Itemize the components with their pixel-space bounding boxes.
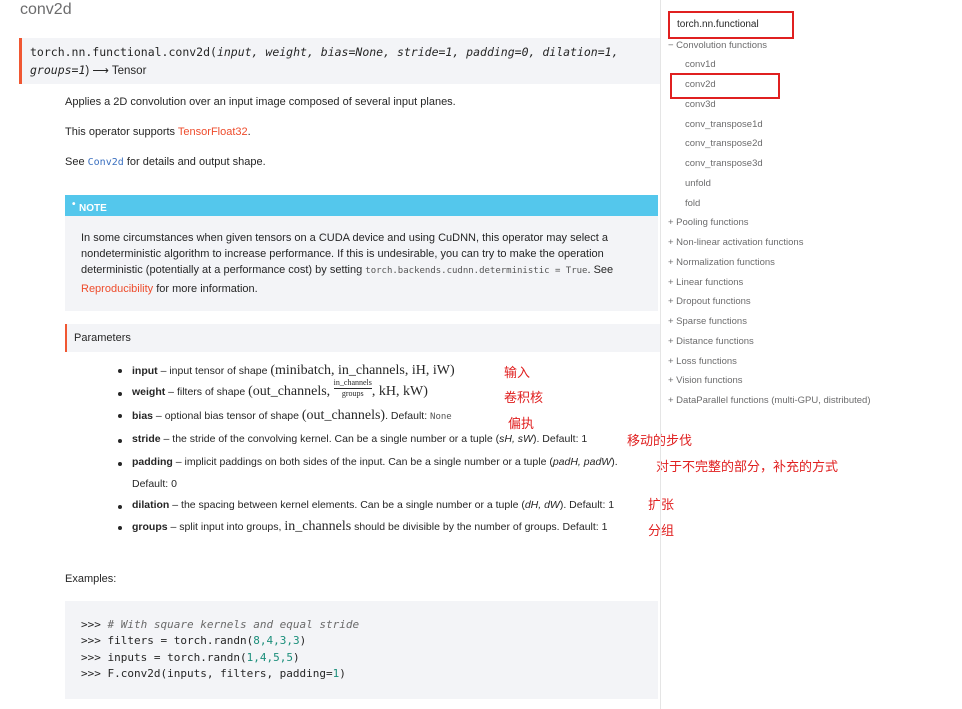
table-of-contents: torch.nn.functional − Convolution functi… — [660, 0, 962, 709]
annotation-weight: 卷积核 — [504, 390, 544, 405]
signature-prefix: torch.nn.functional.conv2d( — [30, 45, 217, 59]
conv2d-class-link[interactable]: Conv2d — [88, 157, 124, 168]
toc-vision-functions[interactable]: + Vision functions — [668, 375, 743, 386]
param-stride: stride – the stride of the convolving ke… — [118, 433, 587, 445]
toc-nonlinear-activation-functions[interactable]: + Non-linear activation functions — [668, 237, 803, 248]
param-input: input – input tensor of shape (minibatch… — [118, 363, 455, 379]
function-signature: torch.nn.functional.conv2d(input, weight… — [19, 38, 661, 84]
param-bias: bias – optional bias tensor of shape (ou… — [118, 408, 452, 424]
toc-root-link[interactable]: torch.nn.functional — [677, 19, 759, 30]
parameters-header: Parameters — [65, 324, 660, 352]
signature-args-line2: groups=1 — [30, 63, 86, 77]
toc-pooling-functions[interactable]: + Pooling functions — [668, 217, 749, 228]
toc-conv-transpose2d[interactable]: conv_transpose2d — [685, 138, 763, 149]
code-example-block: >>> # With square kernels and equal stri… — [65, 601, 658, 699]
toc-conv3d[interactable]: conv3d — [685, 99, 716, 110]
param-groups: groups – split input into groups, in_cha… — [118, 519, 607, 535]
signature-args-line1: input, weight, bias=None, stride=1, padd… — [216, 45, 619, 59]
page-title: conv2d — [20, 1, 72, 18]
description-line1: Applies a 2D convolution over an input i… — [65, 96, 456, 108]
note-box: • NOTE In some circumstances when given … — [65, 195, 658, 311]
toc-unfold[interactable]: unfold — [685, 178, 711, 189]
param-padding-default: Default: 0 — [132, 478, 177, 490]
toc-loss-functions[interactable]: + Loss functions — [668, 356, 737, 367]
toc-distance-functions[interactable]: + Distance functions — [668, 336, 754, 347]
note-line1: In some circumstances when given tensors… — [81, 232, 609, 244]
code-line-2: >>> filters = torch.randn(8,4,3,3) — [81, 634, 307, 647]
code-line-1: >>> # With square kernels and equal stri… — [81, 618, 360, 631]
examples-label: Examples: — [65, 573, 117, 585]
tf32-prefix: This operator supports — [65, 126, 178, 138]
note-header: • NOTE — [65, 195, 658, 216]
toc-normalization-functions[interactable]: + Normalization functions — [668, 257, 775, 268]
parameters-heading: Parameters — [74, 332, 131, 344]
see-prefix: See — [65, 156, 88, 168]
note-heading: • NOTE — [72, 199, 107, 214]
toc-fold[interactable]: fold — [685, 198, 700, 209]
param-dilation: dilation – the spacing between kernel el… — [118, 499, 614, 511]
param-weight: weight – filters of shape (out_channels,… — [118, 378, 428, 400]
note-line3: deterministic (potentially at a performa… — [81, 264, 614, 276]
note-line4: Reproducibility for more information. — [81, 283, 258, 295]
toc-sparse-functions[interactable]: + Sparse functions — [668, 316, 747, 327]
tf32-suffix: . — [247, 126, 251, 138]
description-line3: See Conv2d for details and output shape. — [65, 156, 266, 168]
toc-dataparallel-functions[interactable]: + DataParallel functions (multi-GPU, dis… — [668, 395, 870, 406]
description-line2: This operator supports TensorFloat32. — [65, 126, 251, 138]
toc-conv2d[interactable]: conv2d — [685, 79, 716, 90]
reproducibility-link[interactable]: Reproducibility — [81, 283, 153, 295]
param-padding: padding – implicit paddings on both side… — [118, 456, 618, 468]
toc-conv-transpose3d[interactable]: conv_transpose3d — [685, 158, 763, 169]
tensorfloat32-link[interactable]: TensorFloat32 — [178, 126, 248, 138]
toc-convolution-functions[interactable]: − Convolution functions — [668, 40, 767, 51]
code-line-4: >>> F.conv2d(inputs, filters, padding=1) — [81, 667, 346, 680]
note-line2: nondeterministic algorithm to increase p… — [81, 248, 604, 260]
code-line-3: >>> inputs = torch.randn(1,4,5,5) — [81, 651, 300, 664]
toc-dropout-functions[interactable]: + Dropout functions — [668, 296, 751, 307]
toc-linear-functions[interactable]: + Linear functions — [668, 277, 743, 288]
cudnn-deterministic-code: torch.backends.cudnn.deterministic = Tru… — [365, 266, 588, 276]
signature-suffix: ) ⟶ Tensor — [85, 65, 147, 77]
toc-conv1d[interactable]: conv1d — [685, 59, 716, 70]
see-suffix: for details and output shape. — [123, 156, 266, 168]
toc-conv-transpose1d[interactable]: conv_transpose1d — [685, 119, 763, 130]
annotation-input: 输入 — [504, 365, 531, 380]
annotation-bias: 偏执 — [508, 416, 535, 431]
